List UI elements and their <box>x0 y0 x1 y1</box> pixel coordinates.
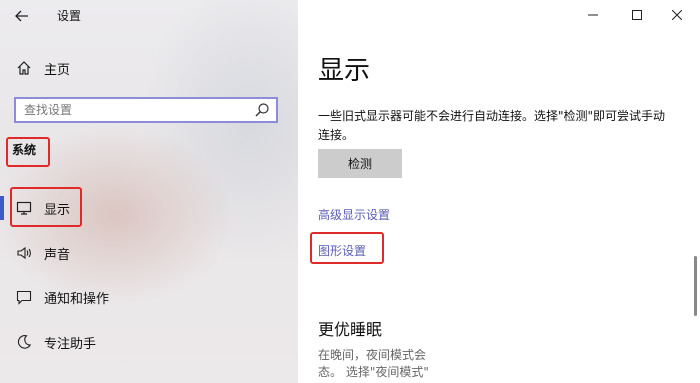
display-description: 一些旧式显示器可能不会进行自动连接。选择"检测"即可尝试手动连接。 <box>318 109 666 142</box>
close-icon <box>672 10 682 20</box>
home-icon <box>14 58 34 78</box>
sidebar-item-label: 主页 <box>44 62 71 78</box>
sleep-section-desc-line2: 态。 选择"夜间模式" <box>318 365 429 379</box>
detect-button[interactable]: 检测 <box>318 149 402 178</box>
search-icon[interactable] <box>254 102 270 118</box>
scrollbar[interactable] <box>694 256 697 316</box>
highlight-box-display <box>10 187 82 227</box>
highlight-box-graphics <box>310 232 384 264</box>
back-arrow-icon <box>15 10 28 22</box>
search-input[interactable] <box>24 100 244 120</box>
back-button[interactable] <box>6 3 38 29</box>
minimize-button[interactable] <box>570 0 616 30</box>
notification-icon <box>14 287 34 307</box>
advanced-display-settings-link[interactable]: 高级显示设置 <box>318 206 390 223</box>
sleep-section-title: 更优睡眠 <box>318 320 383 339</box>
window-title: 设置 <box>57 9 82 23</box>
sidebar-item-focus-assist[interactable]: 专注助手 <box>0 324 298 360</box>
sidebar-item-notifications[interactable]: 通知和操作 <box>0 279 298 315</box>
close-button[interactable] <box>654 0 700 30</box>
sidebar-item-sound[interactable]: 声音 <box>0 235 298 271</box>
minimize-icon <box>588 14 598 16</box>
sidebar-item-home[interactable]: 主页 <box>0 50 298 86</box>
sidebar-item-label: 声音 <box>44 247 71 263</box>
maximize-icon <box>632 10 642 20</box>
sleep-section-desc-line1: 在晚间，夜间模式会 <box>318 348 427 362</box>
page-title: 显示 <box>318 56 371 86</box>
search-box[interactable] <box>14 97 278 123</box>
highlight-box-system <box>6 137 50 167</box>
sidebar: 设置 主页 系统 显示 <box>0 0 298 383</box>
main-pane: 显示 一些旧式显示器可能不会进行自动连接。选择"检测"即可尝试手动连接。 检测 … <box>298 0 700 383</box>
speaker-icon <box>14 243 34 263</box>
sidebar-item-label: 通知和操作 <box>44 291 110 307</box>
sidebar-item-label: 专注助手 <box>44 336 97 352</box>
sidebar-fade <box>0 371 298 383</box>
moon-icon <box>14 332 34 352</box>
